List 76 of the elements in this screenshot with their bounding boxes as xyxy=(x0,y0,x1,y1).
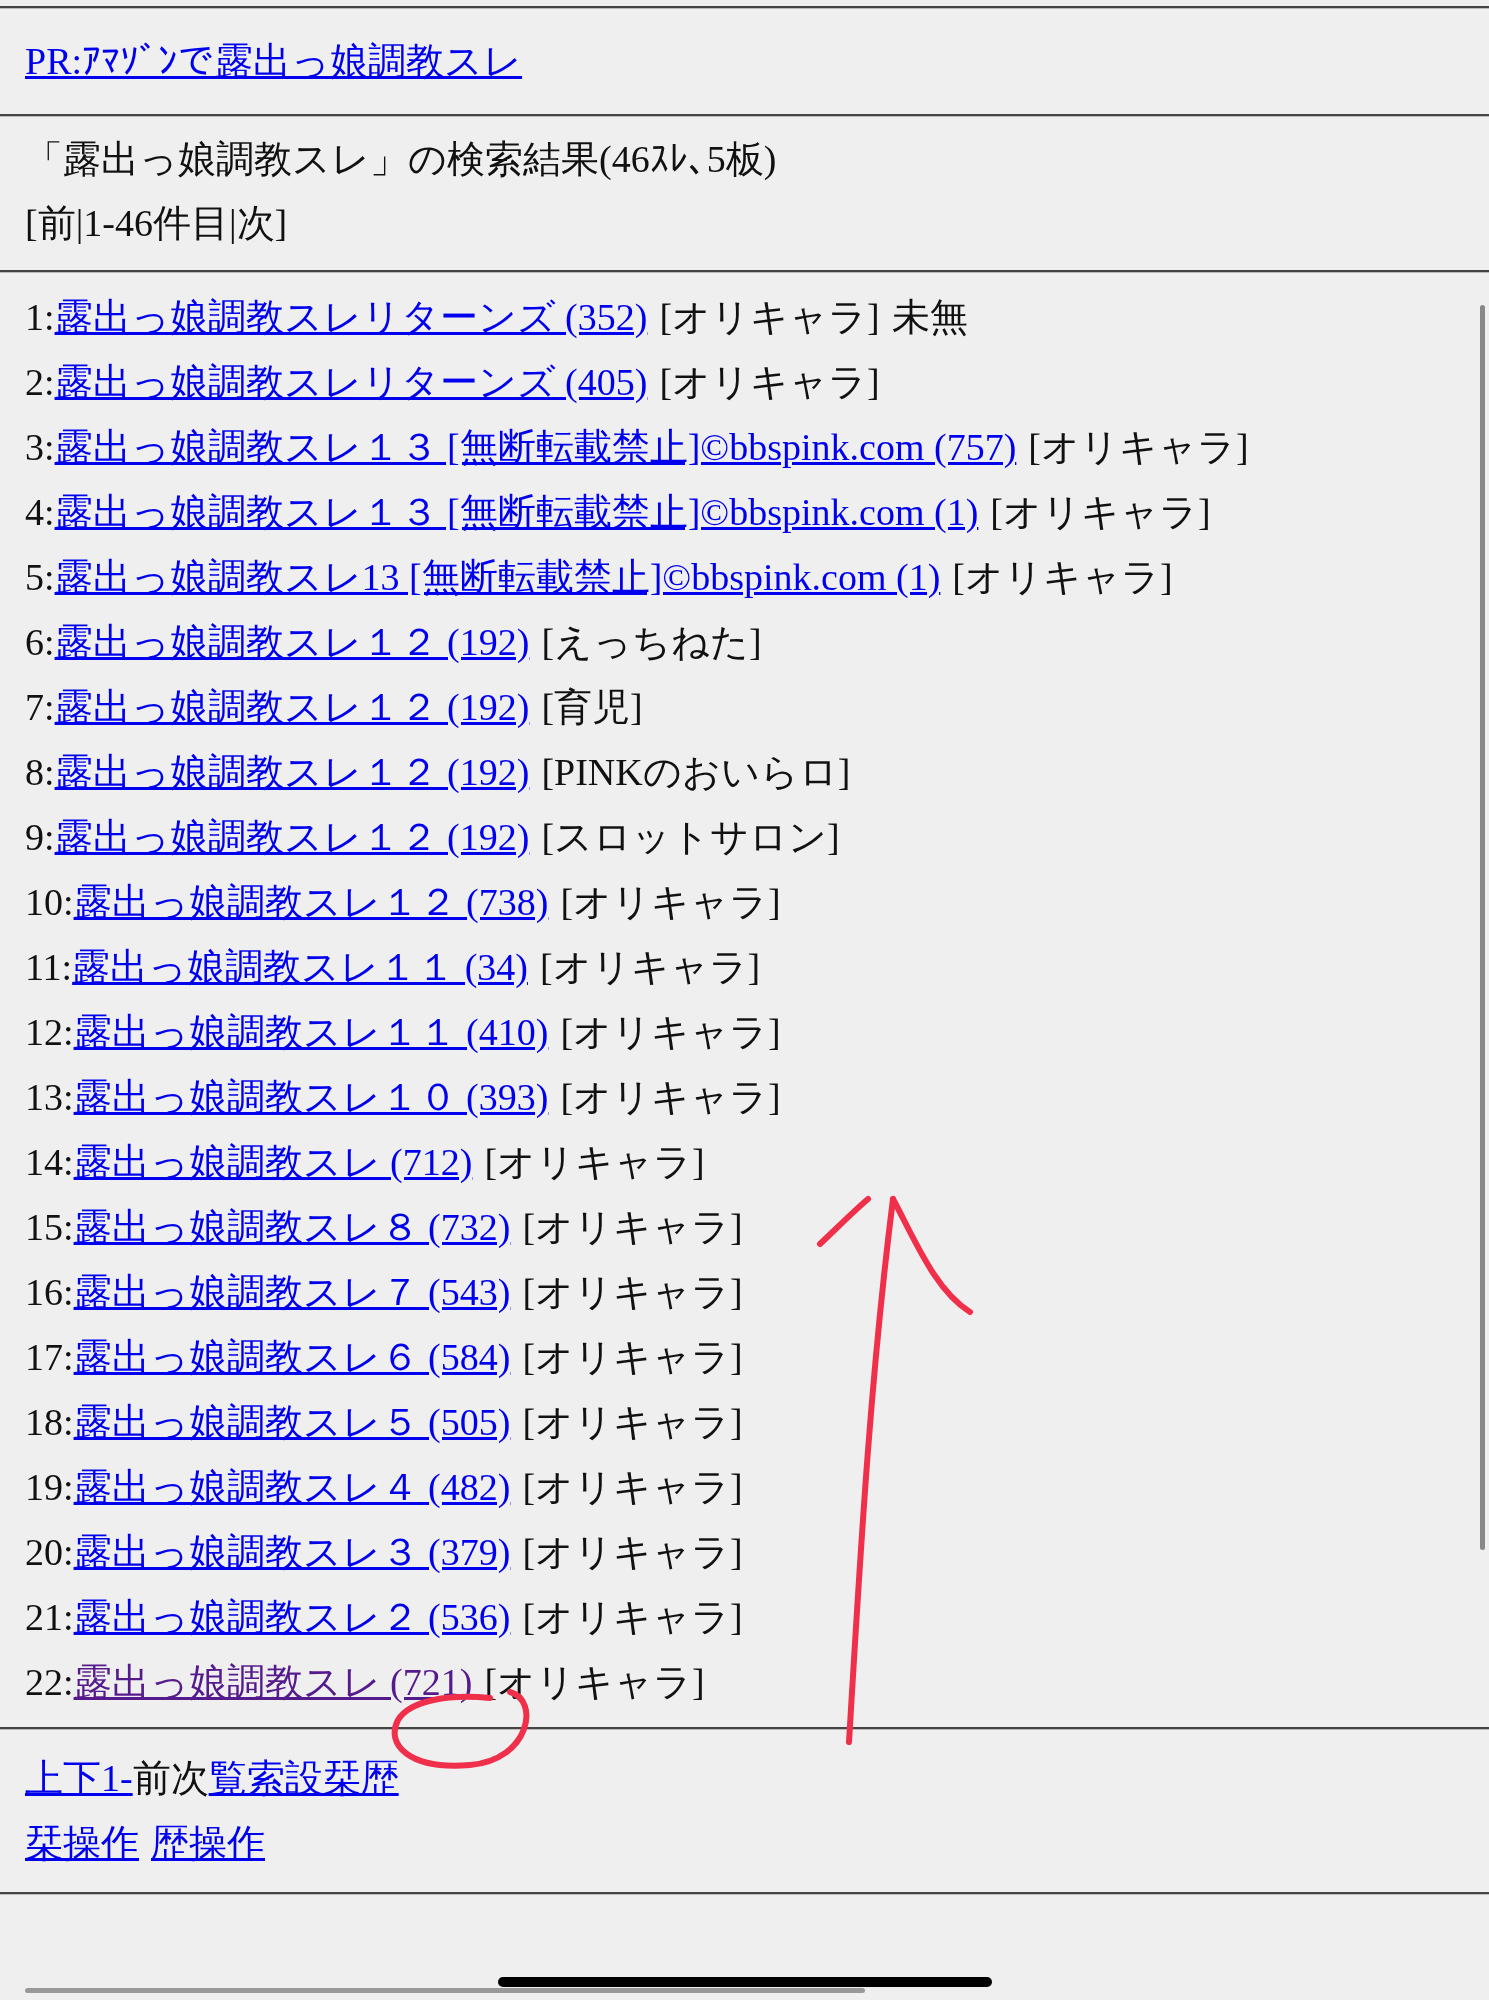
thread-link[interactable]: 露出っ娘調教スレ１１ (410) xyxy=(73,1000,549,1065)
pr-link[interactable]: PR:ｱﾏｿﾞﾝで露出っ娘調教スレ xyxy=(25,33,523,90)
result-number: 14: xyxy=(25,1140,74,1185)
result-number: 3: xyxy=(25,425,55,470)
result-number: 2: xyxy=(25,360,55,405)
result-number: 4: xyxy=(25,490,55,535)
thread-link[interactable]: 露出っ娘調教スレ６ (584) xyxy=(73,1325,511,1390)
board-name: [育児] xyxy=(541,685,643,730)
thread-link[interactable]: 露出っ娘調教スレ１２ (738) xyxy=(73,870,549,935)
result-number: 19: xyxy=(25,1465,74,1510)
board-name: [オリキャラ] xyxy=(484,1140,705,1185)
board-name: [オリキャラ] xyxy=(659,360,880,405)
thread-link[interactable]: 露出っ娘調教スレ３ (379) xyxy=(73,1520,511,1585)
horizontal-scrollbar[interactable] xyxy=(25,1988,865,1993)
result-number: 7: xyxy=(25,685,55,730)
board-name: [オリキャラ] xyxy=(659,295,880,340)
thread-link[interactable]: 露出っ娘調教スレリターンズ (352) xyxy=(54,285,648,350)
board-name: [えっちねた] xyxy=(541,620,762,665)
board-name: [オリキャラ] xyxy=(990,490,1211,535)
board-name: [オリキャラ] xyxy=(952,555,1173,600)
thread-link[interactable]: 露出っ娘調教スレリターンズ (405) xyxy=(54,350,648,415)
result-number: 10: xyxy=(25,880,74,925)
thread-link[interactable]: 露出っ娘調教スレ (712) xyxy=(73,1130,473,1195)
result-number: 8: xyxy=(25,750,55,795)
result-number: 11: xyxy=(25,945,73,990)
thread-link[interactable]: 露出っ娘調教スレ１２ (192) xyxy=(54,610,530,675)
result-number: 6: xyxy=(25,620,55,665)
result-number: 1: xyxy=(25,295,55,340)
thread-link[interactable]: 露出っ娘調教スレ13 [無断転載禁止]©bbspink.com (1) xyxy=(54,545,941,610)
thread-link[interactable]: 露出っ娘調教スレ１２ (192) xyxy=(54,805,530,870)
board-name: [オリキャラ] xyxy=(522,1400,743,1445)
footer-link[interactable]: 覧索設栞歴 xyxy=(208,1746,399,1811)
thread-link[interactable]: 露出っ娘調教スレ１３ [無断転載禁止]©bbspink.com (757) xyxy=(54,415,1017,480)
board-name: [オリキャラ] xyxy=(560,1010,781,1055)
result-number: 17: xyxy=(25,1335,74,1380)
board-name: [オリキャラ] xyxy=(522,1335,743,1380)
board-name: [オリキャラ] xyxy=(522,1530,743,1575)
footer-link[interactable]: 上下1- xyxy=(25,1746,133,1811)
thread-link[interactable]: 露出っ娘調教スレ８ (732) xyxy=(73,1195,511,1260)
result-number: 21: xyxy=(25,1595,74,1640)
board-name: [オリキャラ] xyxy=(522,1595,743,1640)
board-name: [オリキャラ] xyxy=(522,1270,743,1315)
thread-note: 未無 xyxy=(891,295,968,340)
result-number: 9: xyxy=(25,815,55,860)
result-number: 12: xyxy=(25,1010,74,1055)
result-number: 13: xyxy=(25,1075,74,1120)
board-name: [オリキャラ] xyxy=(539,945,761,990)
thread-link[interactable]: 露出っ娘調教スレ４ (482) xyxy=(73,1455,511,1520)
result-number: 5: xyxy=(25,555,55,600)
board-name: [オリキャラ] xyxy=(1028,425,1249,470)
footer-text: 前次 xyxy=(132,1756,209,1801)
thread-link[interactable]: 露出っ娘調教スレ１２ (192) xyxy=(54,740,530,805)
thread-link[interactable]: 露出っ娘調教スレ１０ (393) xyxy=(73,1065,549,1130)
result-number: 16: xyxy=(25,1270,74,1315)
footer-link[interactable]: 栞操作 xyxy=(25,1811,139,1876)
thread-link[interactable]: 露出っ娘調教スレ１１ (34) xyxy=(72,935,528,1000)
thread-link[interactable]: 露出っ娘調教スレ７ (543) xyxy=(73,1260,511,1325)
footer-link[interactable]: 歴操作 xyxy=(151,1811,265,1876)
board-name: [オリキャラ] xyxy=(522,1205,743,1250)
result-number: 18: xyxy=(25,1400,74,1445)
thread-link[interactable]: 露出っ娘調教スレ１３ [無断転載禁止]©bbspink.com (1) xyxy=(54,480,979,545)
thread-link[interactable]: 露出っ娘調教スレ (721) xyxy=(73,1650,473,1715)
pager: [前|1-46件目|次] xyxy=(25,201,289,246)
result-number: 20: xyxy=(25,1530,74,1575)
board-name: [スロットサロン] xyxy=(541,815,840,860)
result-number: 22: xyxy=(25,1660,74,1705)
thread-link[interactable]: 露出っ娘調教スレ１２ (192) xyxy=(54,675,530,740)
board-name: [オリキャラ] xyxy=(560,880,781,925)
board-name: [PINKのおいらロ] xyxy=(541,750,851,795)
board-name: [オリキャラ] xyxy=(522,1465,743,1510)
thread-link[interactable]: 露出っ娘調教スレ２ (536) xyxy=(73,1585,511,1650)
board-name: [オリキャラ] xyxy=(560,1075,781,1120)
thread-link[interactable]: 露出っ娘調教スレ５ (505) xyxy=(73,1390,511,1455)
vertical-scrollbar[interactable] xyxy=(1480,305,1485,1550)
result-number: 15: xyxy=(25,1205,74,1250)
search-summary: 「露出っ娘調教スレ」の検索結果(46ｽﾚ､5板) xyxy=(25,137,778,182)
